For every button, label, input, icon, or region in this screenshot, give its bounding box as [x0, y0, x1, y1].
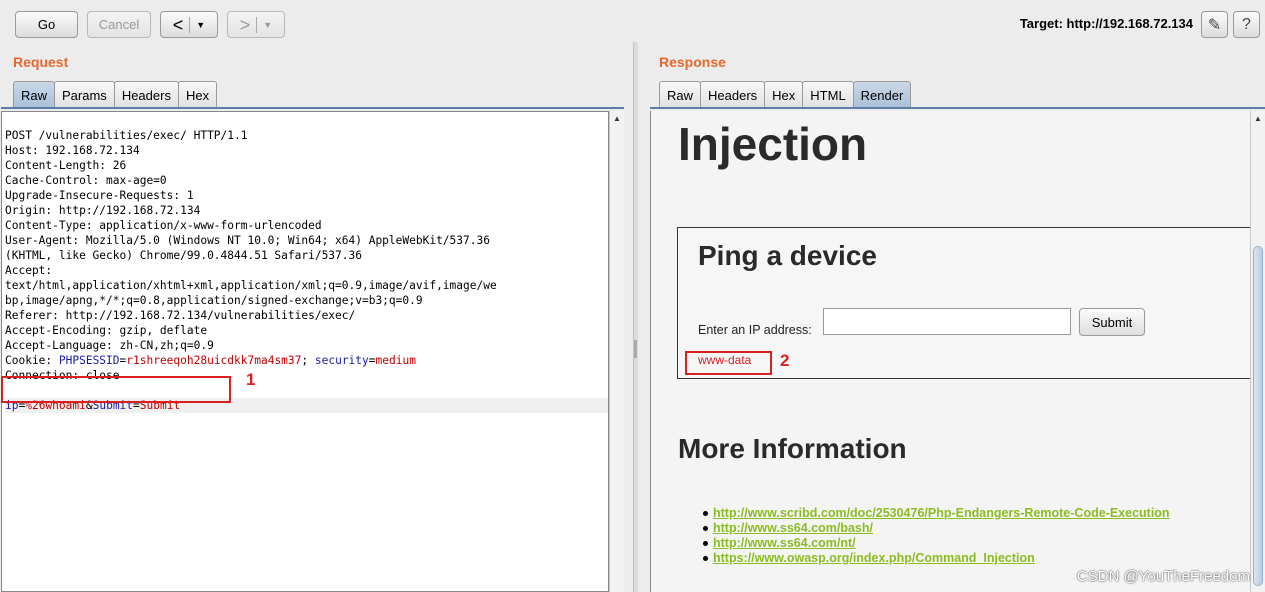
annotation-number-2: 2: [780, 351, 790, 370]
cookie-key: PHPSESSID: [58, 354, 120, 367]
request-tabs: Raw Params Headers Hex: [13, 81, 218, 108]
back-button[interactable]: < ▼: [160, 11, 218, 38]
request-line: POST /vulnerabilities/exec/ HTTP/1.1: [5, 129, 248, 142]
info-link[interactable]: https://www.owasp.org/index.php/Command_…: [703, 551, 1170, 566]
tab-headers[interactable]: Headers: [700, 81, 766, 108]
toolbar: Go Cancel < ▼ > ▼ Target: http://192.168…: [0, 0, 1265, 46]
link-list: http://www.scribd.com/doc/2530476/Php-En…: [703, 506, 1170, 566]
tab-underline: [650, 107, 1265, 109]
ip-label: Enter an IP address:: [698, 323, 812, 337]
request-editor[interactable]: POST /vulnerabilities/exec/ HTTP/1.1 Host…: [1, 111, 609, 592]
chevron-down-icon[interactable]: ▼: [196, 20, 205, 30]
submit-button[interactable]: Submit: [1079, 308, 1145, 336]
cancel-button[interactable]: Cancel: [87, 11, 151, 38]
cookie-separator: ;: [301, 354, 315, 367]
equals-sign: =: [368, 354, 376, 367]
go-button[interactable]: Go: [15, 11, 78, 38]
request-line: Cache-Control: max-age=0: [5, 174, 167, 187]
tab-render[interactable]: Render: [852, 81, 912, 108]
request-title: Request: [13, 54, 69, 70]
request-line: (KHTML, like Gecko) Chrome/99.0.4844.51 …: [5, 249, 362, 262]
watermark: CSDN @YouTheFreedom: [1076, 568, 1250, 585]
request-line: Referer: http://192.168.72.134/vulnerabi…: [5, 309, 356, 322]
forward-button[interactable]: > ▼: [227, 11, 285, 38]
annotation-box-2: [685, 351, 772, 375]
response-scrollbar[interactable]: ▲: [1250, 111, 1265, 592]
tab-raw[interactable]: Raw: [13, 81, 56, 108]
tab-hex[interactable]: Hex: [177, 81, 218, 108]
cookie-key: security: [314, 354, 369, 367]
info-link[interactable]: http://www.ss64.com/bash/: [703, 521, 1170, 536]
burp-repeater-window: Go Cancel < ▼ > ▼ Target: http://192.168…: [0, 0, 1265, 592]
request-line: User-Agent: Mozilla/5.0 (Windows NT 10.0…: [5, 234, 490, 247]
chevron-down-icon[interactable]: ▼: [263, 20, 272, 30]
forward-arrow-icon: >: [239, 14, 251, 35]
page-heading: Injection: [678, 118, 868, 170]
cookie-value: medium: [375, 354, 416, 367]
divider-grip[interactable]: [634, 340, 637, 358]
scroll-up-icon[interactable]: ▲: [1251, 114, 1265, 123]
cookie-prefix: Cookie:: [5, 354, 59, 367]
scroll-up-icon[interactable]: ▲: [610, 114, 624, 123]
cookie-line: Cookie: PHPSESSID = r1shreeqoh28uicdkk7ma4…: [5, 353, 608, 368]
request-text[interactable]: POST /vulnerabilities/exec/ HTTP/1.1 Host…: [2, 112, 608, 413]
ip-input[interactable]: [823, 308, 1071, 335]
request-line: bp,image/apng,*/*;q=0.8,application/sign…: [5, 294, 423, 307]
more-info-heading: More Information: [678, 433, 907, 464]
request-line: Host: 192.168.72.134: [5, 144, 140, 157]
request-line: Accept-Encoding: gzip, deflate: [5, 324, 208, 337]
request-line: Upgrade-Insecure-Requests: 1: [5, 189, 194, 202]
request-line: Content-Length: 26: [5, 159, 127, 172]
response-tabs: Raw Headers Hex HTML Render: [659, 81, 912, 108]
tab-headers[interactable]: Headers: [113, 81, 179, 108]
request-line: text/html,application/xhtml+xml,applicat…: [5, 279, 497, 292]
pencil-icon[interactable]: ✎: [1201, 11, 1228, 38]
annotation-number-1: 1: [246, 370, 256, 389]
separator: [256, 16, 258, 33]
back-arrow-icon: <: [172, 14, 184, 35]
info-link[interactable]: http://www.ss64.com/nt/: [703, 536, 1170, 551]
request-scrollbar[interactable]: ▲: [609, 111, 624, 592]
separator: [189, 16, 191, 33]
response-title: Response: [659, 54, 726, 70]
tab-params[interactable]: Params: [54, 81, 115, 108]
pane-divider[interactable]: [633, 42, 638, 592]
cookie-value: r1shreeqoh28uicdkk7ma4sm37: [126, 354, 302, 367]
help-icon[interactable]: ?: [1233, 11, 1260, 38]
request-line: Origin: http://192.168.72.134: [5, 204, 201, 217]
tab-underline: [1, 107, 624, 109]
tab-html[interactable]: HTML: [802, 81, 854, 108]
target-label: Target: http://192.168.72.134: [1019, 16, 1193, 31]
tab-raw[interactable]: Raw: [659, 81, 702, 108]
request-line: Accept:: [5, 264, 53, 277]
request-line: Content-Type: application/x-www-form-url…: [5, 219, 322, 232]
request-line: Accept-Language: zh-CN,zh;q=0.9: [5, 339, 214, 352]
annotation-box-1: [1, 376, 231, 403]
tab-hex[interactable]: Hex: [764, 81, 804, 108]
info-link[interactable]: http://www.scribd.com/doc/2530476/Php-En…: [703, 506, 1170, 521]
scroll-thumb[interactable]: [1253, 246, 1263, 586]
form-heading: Ping a device: [698, 240, 877, 271]
